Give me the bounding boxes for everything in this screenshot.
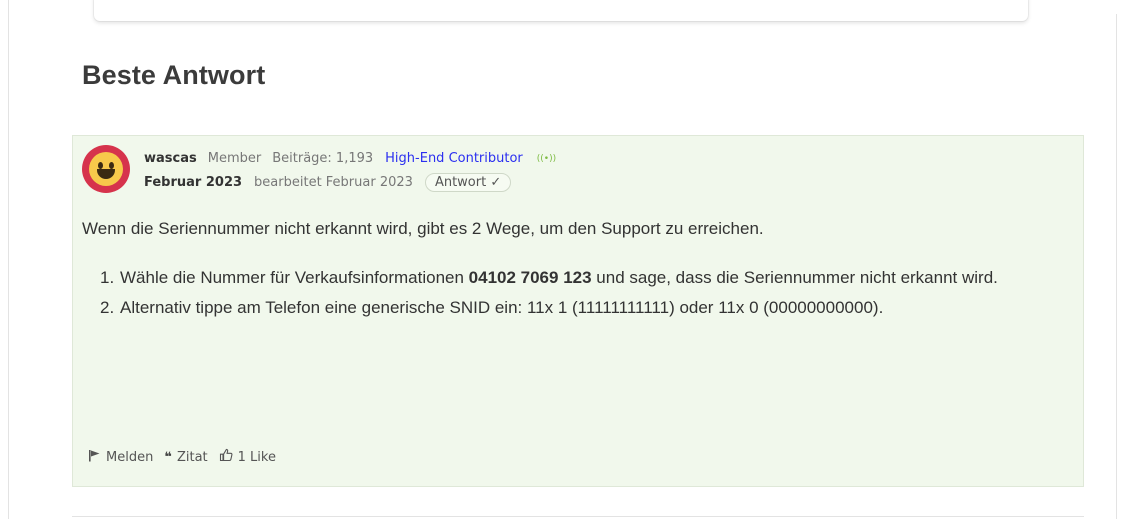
page: Beste Antwort wascas Member Beiträge: 1,… (0, 0, 1146, 519)
post-actions: Melden ❝ Zitat 1 Like (88, 448, 287, 466)
post-meta: Februar 2023 bearbeitet Februar 2023 Ant… (144, 173, 512, 192)
content-border-left (8, 0, 9, 519)
quote-button[interactable]: ❝ Zitat (164, 450, 207, 465)
author-post-count: Beiträge: 1,193 (272, 151, 374, 166)
list-item-number: 2. (100, 298, 115, 317)
post-date[interactable]: Februar 2023 (144, 175, 242, 190)
thumbs-up-icon (219, 448, 233, 466)
like-count: 1 Like (237, 449, 276, 465)
section-title: Beste Antwort (82, 60, 266, 90)
smiley-avatar-icon (89, 152, 123, 186)
quote-label: Zitat (176, 449, 208, 465)
signal-icon: ((•)) (536, 153, 557, 164)
author-rank[interactable]: High-End Contributor (385, 151, 523, 166)
accepted-answer-badge: Antwort ✓ (424, 173, 512, 192)
steps-list: 1. Wähle die Nummer für Verkaufsinformati… (100, 265, 1060, 321)
list-item: 2. Alternativ tippe am Telefon eine gener… (100, 295, 1060, 321)
like-button[interactable]: 1 Like (219, 448, 276, 466)
user-avatar[interactable] (82, 145, 130, 193)
report-label: Melden (106, 449, 154, 465)
quote-icon: ❝ (164, 449, 172, 465)
step-text: Alternativ tippe am Telefon eine generis… (120, 298, 884, 317)
flag-icon (88, 449, 101, 466)
report-button[interactable]: Melden (88, 449, 153, 466)
author-username[interactable]: wascas (144, 151, 197, 166)
post-edited: bearbeitet Februar 2023 (254, 175, 413, 190)
step-text-after: und sage, dass die Seriennummer nicht er… (591, 268, 998, 287)
next-post-divider (72, 516, 1084, 517)
list-item: 1. Wähle die Nummer für Verkaufsinformati… (100, 265, 1060, 291)
step-text-before: Wähle die Nummer für Verkaufsinformation… (120, 268, 469, 287)
author-role: Member (207, 151, 262, 166)
author-meta: wascas Member Beiträge: 1,193 High-End C… (144, 151, 556, 166)
phone-number: 04102 7069 123 (468, 268, 592, 287)
previous-post-card (94, 0, 1028, 21)
post-intro: Wenn die Seriennummer nicht erkannt wird… (82, 219, 764, 238)
content-border-right (1116, 14, 1117, 519)
list-item-number: 1. (100, 268, 115, 287)
